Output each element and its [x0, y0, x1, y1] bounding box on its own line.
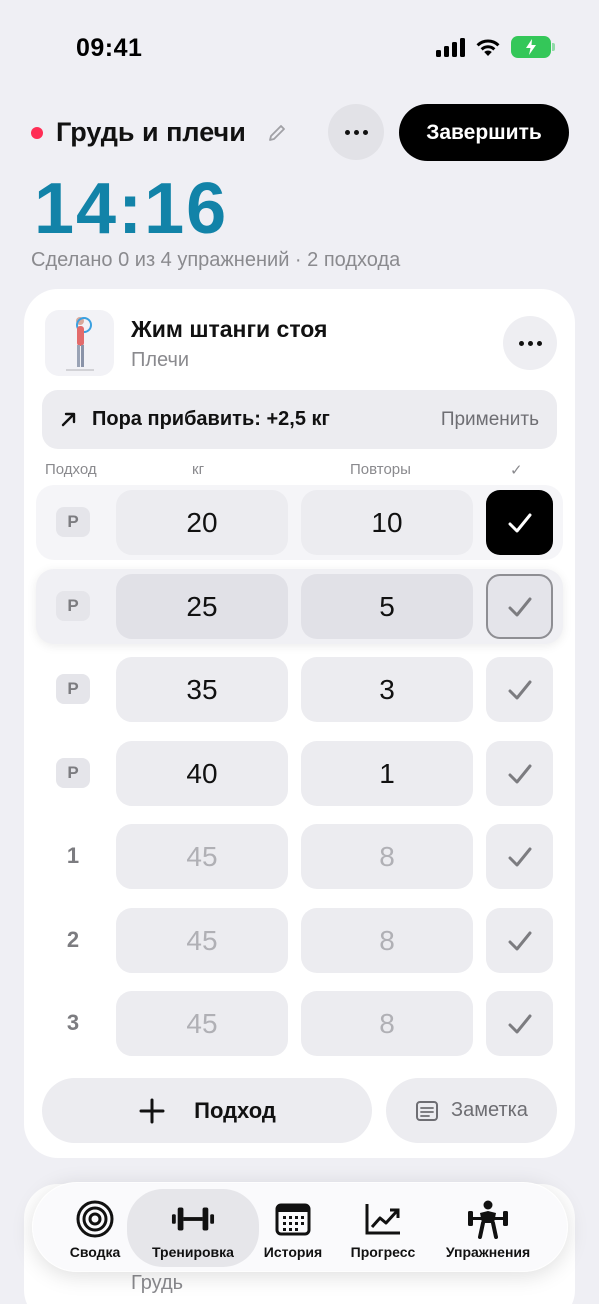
apply-suggestion-button[interactable]: Применить [441, 409, 539, 431]
wifi-icon [476, 39, 500, 56]
tab-label: Сводка [69, 1244, 121, 1260]
weightlifter-icon [468, 1200, 508, 1239]
status-bar: 09:41 [0, 0, 599, 90]
tab-history[interactable]: История [253, 1189, 333, 1267]
weight-input[interactable]: 35 [116, 657, 288, 722]
more-dots-icon [344, 129, 350, 135]
set-number[interactable]: 2 [56, 925, 90, 955]
complete-set-checkbox[interactable] [486, 657, 553, 722]
plus-icon [139, 1098, 165, 1123]
tab-label: Упражнения [445, 1244, 531, 1260]
finish-workout-button[interactable]: Завершить [399, 104, 569, 161]
warmup-set-badge[interactable]: Р [56, 758, 90, 788]
reps-input[interactable]: 8 [301, 824, 473, 889]
complete-set-checkbox[interactable] [486, 991, 553, 1056]
complete-set-checkbox[interactable] [486, 824, 553, 889]
suggestion-text: Пора прибавить: +2,5 кг [92, 408, 330, 430]
tab-label: История [263, 1244, 323, 1260]
workout-timer: 14:16 [34, 169, 229, 249]
shoulder-press-figure-icon [65, 317, 94, 371]
complete-set-checkbox[interactable] [486, 574, 553, 639]
set-row: Р 35 3 [36, 652, 563, 727]
status-icons [436, 36, 555, 58]
exercise-thumbnail[interactable] [45, 310, 114, 376]
exercise-more-button[interactable] [503, 316, 557, 370]
set-row: Р 20 10 [36, 485, 563, 560]
status-time: 09:41 [76, 34, 143, 62]
set-row: 2 45 8 [36, 903, 563, 978]
recording-indicator [31, 127, 43, 139]
weight-input[interactable]: 45 [116, 991, 288, 1056]
complete-set-checkbox[interactable] [486, 908, 553, 973]
add-set-button[interactable]: Подход [42, 1078, 372, 1143]
tab-label: Прогресс [350, 1244, 416, 1260]
reps-input[interactable]: 10 [301, 490, 473, 555]
set-number[interactable]: 1 [56, 841, 90, 871]
checkmark-icon [508, 764, 531, 783]
complete-set-checkbox[interactable] [486, 741, 553, 806]
note-label: Заметка [451, 1099, 528, 1121]
tab-bar: Сводка Тренировка История Прогресс Упраж… [32, 1182, 568, 1272]
weight-input[interactable]: 40 [116, 741, 288, 806]
reps-input[interactable]: 8 [301, 991, 473, 1056]
note-button[interactable]: Заметка [386, 1078, 557, 1143]
set-row: 3 45 8 [36, 986, 563, 1061]
reps-input[interactable]: 8 [301, 908, 473, 973]
cellular-signal-icon [436, 37, 465, 57]
warmup-set-badge[interactable]: Р [56, 591, 90, 621]
arrow-up-right-icon [61, 412, 76, 427]
reps-input[interactable]: 1 [301, 741, 473, 806]
dumbbell-icon [171, 1207, 215, 1231]
checkmark-icon [508, 847, 531, 866]
calendar-icon [275, 1203, 311, 1236]
column-header-kg: кг [192, 461, 205, 478]
checkmark-icon [508, 597, 531, 616]
tab-label: Тренировка [152, 1244, 234, 1260]
workout-summary: Сделано 0 из 4 упражнений · 2 подхода [31, 249, 401, 271]
next-exercise-muscle-group: Грудь [131, 1272, 184, 1294]
checkmark-icon [508, 680, 531, 699]
set-row: Р 25 5 [36, 569, 563, 644]
exercise-name[interactable]: Жим штанги стоя [131, 316, 327, 343]
add-set-label: Подход [194, 1097, 276, 1123]
set-row: Р 40 1 [36, 736, 563, 811]
battery-charging-icon [511, 36, 555, 58]
reps-input[interactable]: 3 [301, 657, 473, 722]
exercise-card: Жим штанги стоя Плечи Пора прибавить: +2… [24, 289, 575, 1158]
column-header-check: ✓ [510, 462, 523, 479]
target-icon [76, 1200, 114, 1238]
checkmark-icon [508, 1014, 531, 1033]
tab-exercises[interactable]: Упражнения [433, 1189, 543, 1267]
note-icon [416, 1100, 439, 1121]
checkmark-icon [508, 931, 531, 950]
workout-more-button[interactable] [328, 104, 384, 160]
warmup-set-badge[interactable]: Р [56, 507, 90, 537]
column-header-reps: Повторы [350, 461, 411, 478]
weight-input[interactable]: 20 [116, 490, 288, 555]
set-row: 1 45 8 [36, 819, 563, 894]
progression-suggestion: Пора прибавить: +2,5 кг Применить [42, 390, 557, 449]
trend-chart-icon [365, 1204, 400, 1235]
set-number[interactable]: 3 [56, 1008, 90, 1038]
workout-header: Грудь и плечи Завершить [0, 104, 599, 164]
reps-input[interactable]: 5 [301, 574, 473, 639]
tab-workout[interactable]: Тренировка [127, 1189, 259, 1267]
warmup-set-badge[interactable]: Р [56, 674, 90, 704]
weight-input[interactable]: 25 [116, 574, 288, 639]
complete-set-checkbox[interactable] [486, 490, 553, 555]
weight-input[interactable]: 45 [116, 824, 288, 889]
checkmark-icon [508, 513, 531, 532]
workout-title[interactable]: Грудь и плечи [56, 117, 246, 148]
column-header-set: Подход [45, 461, 97, 478]
exercise-muscle-group: Плечи [131, 349, 190, 371]
weight-input[interactable]: 45 [116, 908, 288, 973]
tab-progress[interactable]: Прогресс [337, 1189, 429, 1267]
edit-pencil-icon[interactable] [266, 122, 288, 144]
